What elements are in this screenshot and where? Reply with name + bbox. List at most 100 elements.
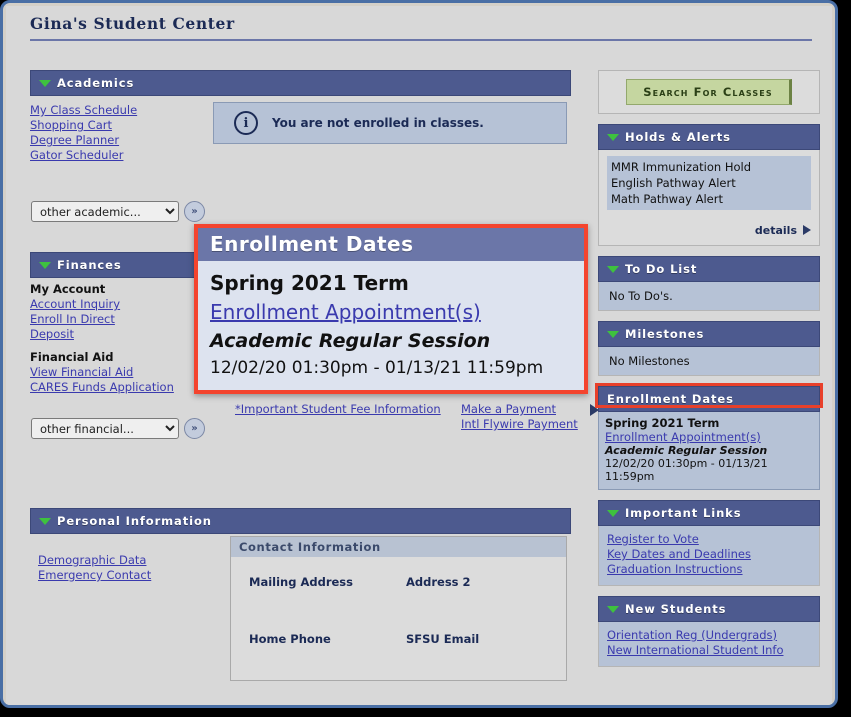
link-graduation-instructions[interactable]: Graduation Instructions [607, 562, 811, 577]
to-do-list-header[interactable]: To Do List [598, 256, 820, 282]
link-account-inquiry[interactable]: Account Inquiry [30, 297, 210, 312]
hold-item: English Pathway Alert [611, 176, 736, 190]
contact-information-header: Contact Information [231, 537, 566, 557]
enrollment-dates-range: 12/02/20 01:30pm - 01/13/21 11:59pm [605, 457, 768, 483]
enrollment-dates-header[interactable]: Enrollment Dates [598, 386, 820, 412]
milestones-header[interactable]: Milestones [598, 321, 820, 347]
collapse-triangle-icon[interactable] [607, 266, 619, 273]
collapse-triangle-icon[interactable] [607, 331, 619, 338]
academics-header[interactable]: Academics [30, 70, 571, 96]
link-important-student-fee-information[interactable]: *Important Student Fee Information [235, 402, 441, 417]
other-financial-select[interactable]: other financial... [31, 418, 179, 439]
link-degree-planner[interactable]: Degree Planner [30, 133, 205, 148]
collapse-triangle-icon[interactable] [607, 510, 619, 517]
holds-and-alerts-header[interactable]: Holds & Alerts [598, 124, 820, 150]
to-do-list-text: No To Do's. [609, 289, 673, 303]
important-links-header[interactable]: Important Links [598, 500, 820, 526]
new-students-header[interactable]: New Students [598, 596, 820, 622]
enrollment-dates-session: Academic Regular Session [605, 444, 768, 457]
label-mailing-address: Mailing Address [249, 575, 353, 589]
link-shopping-cart[interactable]: Shopping Cart [30, 118, 205, 133]
collapse-triangle-icon[interactable] [607, 134, 619, 141]
finances-select-row: other financial... » [31, 418, 205, 439]
label-home-phone: Home Phone [249, 632, 331, 646]
holds-list: MMR Immunization Hold English Pathway Al… [607, 156, 811, 210]
collapse-triangle-icon[interactable] [607, 606, 619, 613]
link-deposit[interactable]: Deposit [30, 327, 210, 342]
enrollment-appointment-link[interactable]: Enrollment Appointment(s) [605, 430, 813, 444]
triangle-right-icon [803, 225, 811, 235]
label-address-2: Address 2 [406, 575, 471, 589]
info-icon: i [234, 111, 258, 135]
payment-links: Make a Payment Intl Flywire Payment [461, 402, 599, 432]
milestones-header-label: Milestones [625, 327, 705, 341]
search-for-classes-panel: Search For Classes [598, 70, 820, 114]
other-academic-select[interactable]: other academic... [31, 201, 179, 222]
browser-window: Gina's Student Center Academics My Class… [0, 0, 838, 708]
link-orientation-reg-undergrads[interactable]: Orientation Reg (Undergrads) [607, 628, 811, 643]
enrollment-dates-body: Spring 2021 Term Enrollment Appointment(… [598, 412, 820, 490]
not-enrolled-message-text: You are not enrolled in classes. [272, 116, 484, 130]
popup-enrollment-appointment-link[interactable]: Enrollment Appointment(s) [210, 297, 584, 327]
financial-aid-label: Financial Aid [30, 350, 114, 364]
not-enrolled-message: i You are not enrolled in classes. [213, 102, 567, 144]
link-cares-funds-application[interactable]: CARES Funds Application [30, 380, 210, 395]
milestones-body: No Milestones [598, 347, 820, 376]
personal-links: Demographic Data Emergency Contact [38, 553, 198, 583]
student-center-page: Gina's Student Center Academics My Class… [6, 6, 832, 705]
link-enroll-in-direct[interactable]: Enroll In Direct [30, 312, 210, 327]
popup-range: 12/02/20 01:30pm - 01/13/21 11:59pm [210, 358, 544, 378]
academics-links: My Class Schedule Shopping Cart Degree P… [30, 103, 205, 163]
popup-session: Academic Regular Session [210, 330, 491, 352]
search-for-classes-button[interactable]: Search For Classes [626, 79, 792, 105]
contact-information-box: Contact Information Mailing Address Addr… [230, 536, 567, 681]
enrollment-dates-term: Spring 2021 Term [605, 416, 720, 430]
link-make-a-payment[interactable]: Make a Payment [461, 402, 581, 417]
holds-and-alerts-header-label: Holds & Alerts [625, 130, 731, 144]
finances-go-button[interactable]: » [184, 418, 205, 439]
page-title: Gina's Student Center [30, 14, 812, 41]
link-view-financial-aid[interactable]: View Financial Aid [30, 365, 210, 380]
holds-details-link[interactable]: details [607, 224, 811, 237]
collapse-triangle-icon[interactable] [39, 518, 51, 525]
new-students-body: Orientation Reg (Undergrads) New Interna… [598, 622, 820, 667]
to-do-list-header-label: To Do List [625, 262, 698, 276]
enrollment-dates-magnified-popup: Enrollment Dates Spring 2021 Term Enroll… [194, 224, 588, 394]
new-students-panel: New Students Orientation Reg (Undergrads… [598, 596, 820, 667]
link-demographic-data[interactable]: Demographic Data [38, 553, 198, 568]
to-do-list-panel: To Do List No To Do's. [598, 256, 820, 311]
to-do-list-body: No To Do's. [598, 282, 820, 311]
hold-item: MMR Immunization Hold [611, 160, 752, 174]
hold-item: Math Pathway Alert [611, 192, 723, 206]
label-sfsu-email: SFSU Email [406, 632, 480, 646]
important-links-panel: Important Links Register to Vote Key Dat… [598, 500, 820, 586]
link-gator-scheduler[interactable]: Gator Scheduler [30, 148, 205, 163]
link-register-to-vote[interactable]: Register to Vote [607, 532, 811, 547]
finances-links: My Account Account Inquiry Enroll In Dir… [30, 282, 210, 395]
right-sidebar: Search For Classes Holds & Alerts MMR Im… [595, 70, 823, 677]
milestones-text: No Milestones [609, 354, 690, 368]
academics-select-row: other academic... » [31, 201, 205, 222]
popup-body: Spring 2021 Term Enrollment Appointment(… [198, 261, 584, 381]
important-links-body: Register to Vote Key Dates and Deadlines… [598, 526, 820, 586]
link-intl-flywire-payment[interactable]: Intl Flywire Payment [461, 417, 581, 432]
finances-header-label: Finances [57, 258, 122, 272]
academics-go-button[interactable]: » [184, 201, 205, 222]
important-links-header-label: Important Links [625, 506, 742, 520]
link-key-dates-and-deadlines[interactable]: Key Dates and Deadlines [607, 547, 811, 562]
collapse-triangle-icon[interactable] [39, 80, 51, 87]
contact-information-grid: Mailing Address Address 2 Home Phone SFS… [231, 557, 566, 667]
link-new-international-student-info[interactable]: New International Student Info [607, 643, 811, 658]
link-my-class-schedule[interactable]: My Class Schedule [30, 103, 205, 118]
academics-header-label: Academics [57, 76, 135, 90]
new-students-header-label: New Students [625, 602, 727, 616]
holds-and-alerts-panel: Holds & Alerts MMR Immunization Hold Eng… [598, 124, 820, 246]
personal-information-header-label: Personal Information [57, 514, 212, 528]
popup-term: Spring 2021 Term [210, 271, 409, 295]
link-emergency-contact[interactable]: Emergency Contact [38, 568, 198, 583]
popup-header: Enrollment Dates [198, 228, 584, 261]
personal-information-header[interactable]: Personal Information [30, 508, 571, 534]
my-account-label: My Account [30, 282, 106, 296]
collapse-triangle-icon[interactable] [39, 262, 51, 269]
enrollment-dates-panel: Enrollment Dates Spring 2021 Term Enroll… [595, 383, 823, 490]
